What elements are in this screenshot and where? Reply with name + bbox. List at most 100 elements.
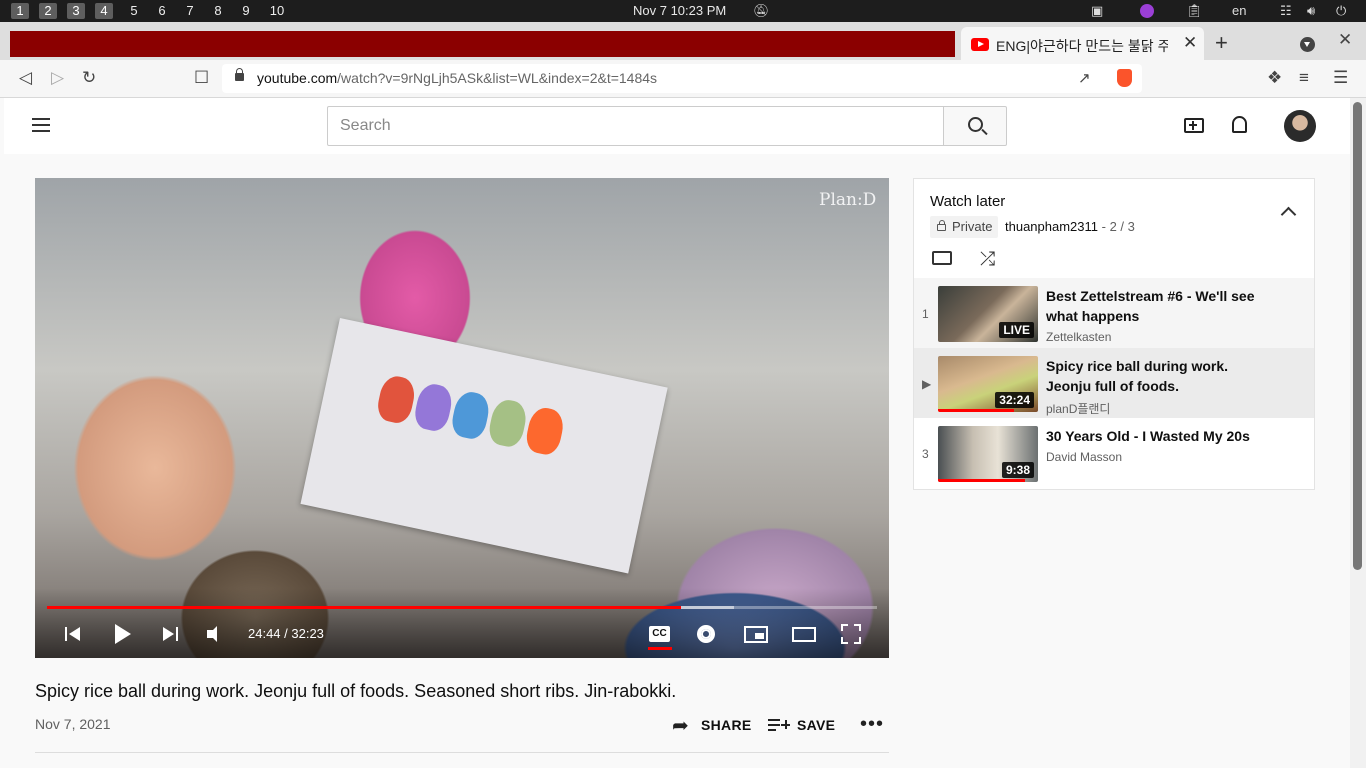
captions-icon[interactable]: CC: [649, 626, 670, 642]
workspace-3[interactable]: 3: [67, 3, 85, 19]
play-icon[interactable]: [115, 624, 131, 644]
workspace-1[interactable]: 1: [11, 3, 29, 19]
playlist-owner: thuanpham2311 - 2 / 3: [1005, 219, 1135, 234]
system-clock[interactable]: Nov 7 10:23 PM: [633, 3, 726, 18]
create-video-icon[interactable]: [1184, 118, 1204, 133]
loop-icon[interactable]: [932, 251, 952, 265]
workspace-8[interactable]: 8: [209, 3, 227, 19]
playlist-item-title: 30 Years Old - I Wasted My 20s: [1046, 428, 1250, 444]
tab-close-icon[interactable]: ✕: [1183, 33, 1197, 53]
shuffle-icon[interactable]: ⤮: [980, 249, 995, 271]
miniplayer-icon[interactable]: [744, 626, 768, 643]
forward-icon[interactable]: ▷: [51, 68, 64, 88]
youtube-header: [4, 98, 1350, 154]
notifications-bell-icon[interactable]: [1232, 116, 1247, 133]
video-date: Nov 7, 2021: [35, 716, 111, 732]
video-frame-card: [300, 318, 668, 574]
guide-menu-icon[interactable]: [32, 118, 50, 132]
save-button[interactable]: SAVE: [797, 717, 835, 733]
bookmark-icon[interactable]: ☐: [194, 68, 209, 88]
workspace-7[interactable]: 7: [181, 3, 199, 19]
reload-icon[interactable]: ↻: [82, 68, 96, 88]
video-thumbnail[interactable]: LIVE: [938, 286, 1038, 342]
power-icon[interactable]: ⏻: [1336, 3, 1346, 19]
layout-icon[interactable]: ▣: [1091, 3, 1103, 19]
menu-icon[interactable]: ☰: [1333, 68, 1348, 88]
tab-search-icon[interactable]: [1300, 37, 1315, 52]
workspace-10[interactable]: 10: [268, 3, 286, 19]
browser-toolbar: ◁ ▷ ↻ ☐ youtube.com/watch?v=9rNgLjh5ASk&…: [0, 60, 1366, 98]
extensions-icon[interactable]: ❖: [1267, 68, 1282, 88]
back-icon[interactable]: ◁: [19, 68, 32, 88]
channel-watermark[interactable]: Plan:D: [819, 190, 876, 210]
duration-badge: 9:38: [1001, 462, 1034, 478]
previous-icon[interactable]: [65, 626, 81, 642]
playlist-item-channel: Zettelkasten: [1046, 330, 1112, 344]
workspace-9[interactable]: 9: [237, 3, 255, 19]
more-actions-icon[interactable]: •••: [860, 713, 884, 736]
owner-name[interactable]: thuanpham2311: [1005, 219, 1098, 234]
playlist-title[interactable]: Watch later: [930, 193, 1005, 210]
app-tray-icon[interactable]: [1140, 4, 1154, 18]
address-bar[interactable]: youtube.com/watch?v=9rNgLjh5ASk&list=WL&…: [222, 64, 1142, 93]
playlist-item-index: 1: [922, 307, 929, 321]
playlist-icon[interactable]: ≡: [1299, 68, 1309, 88]
playlist-item-channel: David Masson: [1046, 450, 1123, 464]
next-icon[interactable]: [163, 626, 179, 642]
gummy-red: [374, 373, 418, 426]
fullscreen-icon[interactable]: [841, 624, 861, 644]
watched-progress: [938, 409, 1014, 412]
gummy-purple: [412, 381, 455, 434]
tab-title: ENG|야근하다 만드는 불닭 주: [996, 38, 1168, 54]
volume-icon[interactable]: [207, 626, 229, 642]
theater-mode-icon[interactable]: [792, 627, 816, 642]
live-badge: LIVE: [999, 322, 1034, 338]
settings-gear-icon[interactable]: [697, 625, 715, 643]
page-scrollbar[interactable]: [1350, 98, 1366, 768]
playlist-panel: Watch later Private thuanpham2311 - 2 / …: [913, 178, 1315, 490]
tab-group-bar[interactable]: [10, 31, 955, 57]
search-button[interactable]: [943, 106, 1007, 146]
video-player[interactable]: Plan:D 24:44 / 32:23 CC: [35, 178, 889, 658]
brave-shields-icon[interactable]: [1117, 69, 1132, 87]
playlist-item-title: Spicy rice ball during work. Jeonju full…: [1046, 358, 1229, 394]
new-tab-icon[interactable]: +: [1215, 30, 1228, 56]
save-to-playlist-icon[interactable]: [768, 718, 790, 732]
progress-played: [47, 606, 682, 609]
workspace-6[interactable]: 6: [153, 3, 171, 19]
playlist-item[interactable]: 1 LIVE Best Zettelstream #6 - We'll see …: [914, 278, 1314, 348]
video-thumbnail[interactable]: 9:38: [938, 426, 1038, 482]
keyboard-language[interactable]: en: [1232, 3, 1246, 18]
playlist-item-channel: planD플랜디: [1046, 402, 1111, 416]
collapse-chevron-icon[interactable]: [1280, 206, 1297, 223]
gummy-blue: [449, 389, 493, 442]
workspace-4[interactable]: 4: [95, 3, 113, 19]
volume-icon[interactable]: 🔊︎: [1307, 3, 1315, 19]
video-title: Spicy rice ball during work. Jeonju full…: [35, 681, 677, 701]
playlist-item[interactable]: 3 9:38 30 Years Old - I Wasted My 20s Da…: [914, 418, 1314, 488]
window-close-icon[interactable]: ✕: [1338, 30, 1352, 50]
workspace-2[interactable]: 2: [39, 3, 57, 19]
privacy-badge: Private: [930, 216, 999, 238]
notifications-muted-icon[interactable]: 🔕︎: [753, 3, 770, 19]
playlist-item-current[interactable]: ▶ 32:24 Spicy rice ball during work. Jeo…: [914, 348, 1314, 418]
share-icon[interactable]: [672, 713, 692, 738]
open-in-app-icon[interactable]: ↗: [1078, 69, 1091, 87]
workspace-5[interactable]: 5: [125, 3, 143, 19]
browser-tab-strip: ENG|야근하다 만드는 불닭 주 ✕ + ✕: [0, 22, 1366, 60]
playlist-position: - 2 / 3: [1098, 219, 1135, 234]
share-button[interactable]: SHARE: [701, 717, 752, 733]
video-thumbnail[interactable]: 32:24: [938, 356, 1038, 412]
network-icon[interactable]: ☷: [1280, 3, 1292, 19]
watched-progress: [938, 479, 1025, 482]
avatar[interactable]: [1284, 110, 1316, 142]
url-text: youtube.com/watch?v=9rNgLjh5ASk&list=WL&…: [257, 70, 658, 86]
scrollbar-thumb[interactable]: [1353, 102, 1362, 570]
now-playing-icon: ▶: [922, 377, 932, 391]
clipboard-icon[interactable]: 📋︎: [1186, 3, 1203, 19]
search-input[interactable]: [327, 106, 944, 146]
time-display: 24:44 / 32:23: [248, 626, 324, 641]
playlist-item-index: 3: [922, 447, 929, 461]
tab-youtube[interactable]: ENG|야근하다 만드는 불닭 주 ✕: [961, 27, 1204, 60]
progress-bar[interactable]: [47, 606, 877, 609]
